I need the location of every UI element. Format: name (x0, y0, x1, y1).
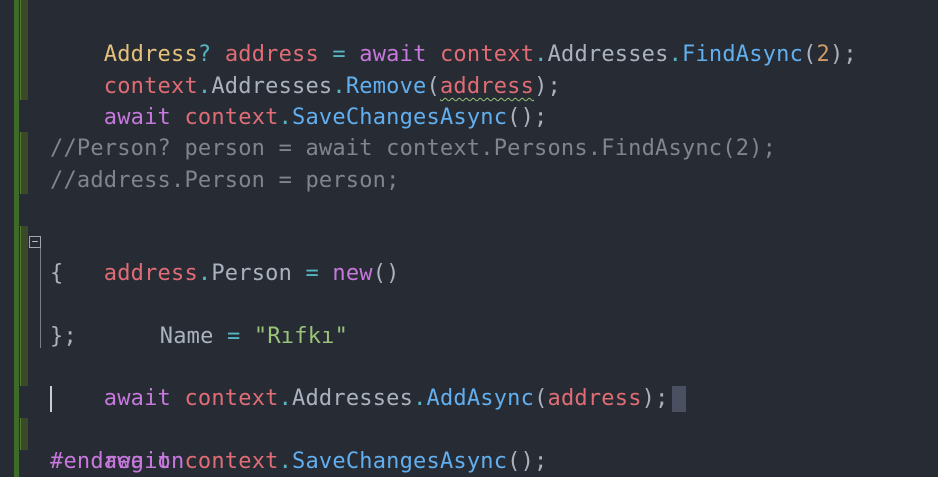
token-property: Person (211, 261, 293, 286)
token-keyword: await (103, 105, 172, 130)
token-punct: . (197, 261, 212, 286)
change-marker (20, 0, 28, 100)
code-line[interactable]: await context.SaveChangesAsync(); (50, 71, 548, 130)
code-brace[interactable]: }; (50, 321, 77, 352)
collapse-icon[interactable]: − (29, 236, 41, 248)
token-string: "Rıfkı" (253, 324, 349, 349)
code-brace[interactable]: { (50, 258, 63, 289)
code-comment[interactable]: //address.Person = person; (50, 165, 400, 196)
region-directive[interactable]: #endregion (50, 446, 184, 477)
change-marker (20, 132, 28, 194)
code-editor[interactable]: − Address? address = await context.Addre… (0, 0, 938, 477)
token-variable: context (184, 105, 279, 130)
token-property: Addresses (547, 42, 669, 67)
token-punct: ( (534, 386, 548, 411)
token-property: Addresses (292, 386, 414, 411)
token-method: AddAsync (426, 386, 535, 411)
token-punct: () (372, 261, 400, 286)
token-property: Name (159, 324, 214, 349)
token-punct: . (668, 42, 683, 67)
token-keyword: await (103, 386, 172, 411)
token-operator: = (305, 261, 319, 286)
token-punct: (); (507, 449, 548, 474)
token-punct: ( (803, 42, 817, 67)
token-operator: = (227, 324, 241, 349)
token-punct: ); (641, 386, 669, 411)
code-comment[interactable]: //Person? person = await context.Persons… (50, 133, 776, 164)
token-method: SaveChangesAsync (292, 449, 508, 474)
token-variable: address (103, 261, 198, 286)
token-variable: context (184, 386, 279, 411)
token-keyword: new (332, 261, 373, 286)
change-marker (20, 418, 28, 450)
token-method: FindAsync (682, 42, 804, 67)
indicator-margin (14, 0, 19, 477)
fold-guide (40, 248, 41, 348)
editor-gutter: − (0, 0, 44, 477)
token-punct: ); (829, 42, 857, 67)
token-number: 2 (816, 42, 830, 67)
token-punct: . (278, 105, 293, 130)
change-marker (20, 226, 28, 386)
token-punct: . (278, 449, 293, 474)
token-variable: address (547, 386, 642, 411)
code-line[interactable]: address.Person = new() (50, 227, 400, 286)
code-line[interactable]: context.Addresses.Remove(address); (50, 40, 561, 99)
token-punct: . (413, 386, 427, 411)
selection-highlight (671, 386, 686, 412)
code-line[interactable]: await context.Addresses.AddAsync(address… (50, 352, 686, 412)
token-punct: (); (507, 105, 548, 130)
token-method: SaveChangesAsync (292, 105, 508, 130)
token-variable: context (184, 449, 279, 474)
code-line[interactable]: Name = "Rıfkı" (106, 290, 348, 349)
token-punct: . (278, 386, 293, 411)
code-line[interactable]: Address? address = await context.Address… (50, 8, 857, 67)
code-line[interactable]: await context.SaveChangesAsync(); (50, 415, 548, 474)
text-caret (50, 386, 52, 412)
